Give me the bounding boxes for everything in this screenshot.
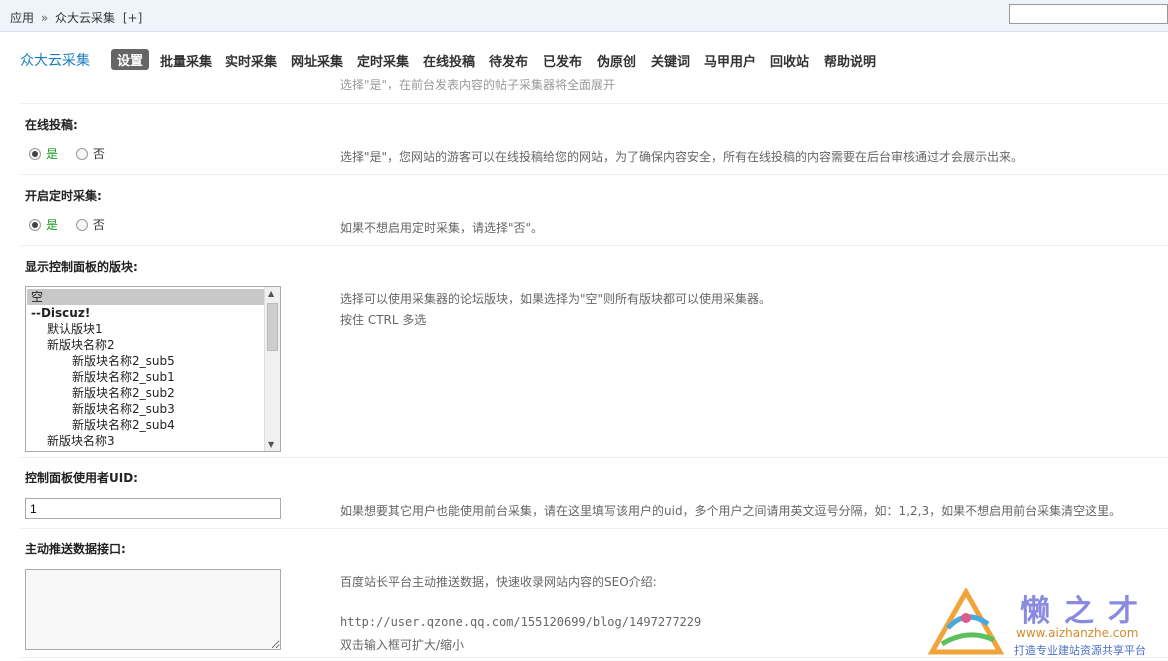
scroll-thumb[interactable] [267,303,278,351]
forum-option[interactable]: --Discuz! [27,305,265,321]
forum-option[interactable]: 新版块名称2 [27,337,265,353]
forum-option[interactable]: 空 [27,289,265,305]
section-divider [20,174,1168,175]
uid-input[interactable] [25,498,281,519]
breadcrumb-separator: » [40,11,49,25]
uid-tip: 如果想要其它用户也能使用前台采集，请在这里填写该用户的uid，多个用户之间请用英… [340,504,1122,518]
online-submit-label: 在线投稿: [25,118,78,132]
plugin-nav: 众大云采集 设置 批量采集 实时采集 网址采集 定时采集 在线投稿 待发布 已发… [0,46,1168,72]
forum-multiselect[interactable]: 空 --Discuz! 默认版块1 新版块名称2 新版块名称2_sub5 新版块名称2_s… [25,286,281,452]
forums-label: 显示控制面板的版块: [25,260,138,274]
forum-option[interactable]: 默认版块1 [27,321,265,337]
tab-pseudo-original[interactable]: 伪原创 [597,51,636,70]
add-shortcut-button[interactable]: [+] [123,11,142,25]
timed-collect-no-label[interactable]: 否 [93,218,105,232]
section-divider [20,103,1168,104]
push-api-textarea[interactable] [25,569,281,650]
online-submit-tip: 选择"是"，您网站的游客可以在线投稿给您的网站，为了确保内容安全，所有在线投稿的… [340,150,1024,164]
forum-options: 空 --Discuz! 默认版块1 新版块名称2 新版块名称2_sub5 新版块名称2_s… [27,289,265,449]
online-submit-yes-radio[interactable] [29,148,41,160]
online-submit-no-label[interactable]: 否 [93,147,105,161]
previous-tip-clip: 选择"是"，在前台发表内容的帖子采集器将全面展开 [340,74,615,90]
push-label: 主动推送数据接口: [25,542,126,556]
forum-option[interactable]: 新版块名称2_sub3 [27,401,265,417]
scroll-up-arrow-icon[interactable]: ▲ [268,289,274,298]
timed-collect-radio-group: 是 否 [29,216,105,233]
top-bar: 应用 » 众大云采集 [+] [0,0,1168,32]
push-seo-link[interactable]: http://user.qzone.qq.com/155120699/blog/… [340,615,701,629]
forum-option[interactable]: 新版块名称2_sub2 [27,385,265,401]
uid-label: 控制面板使用者UID: [25,471,138,485]
section-divider [20,245,1168,246]
plugin-brand[interactable]: 众大云采集 [20,50,90,70]
tab-url-collect[interactable]: 网址采集 [291,51,343,70]
forum-option[interactable]: 新版块名称2_sub1 [27,369,265,385]
timed-collect-no-radio[interactable] [75,219,88,231]
timed-collect-label: 开启定时采集: [25,189,102,203]
forum-option[interactable]: 新版块名称2_sub4 [27,417,265,433]
push-tip-dblclick: 双击输入框可扩大/缩小 [340,638,465,652]
tab-settings[interactable]: 设置 [111,49,150,70]
online-submit-no-radio[interactable] [75,148,88,160]
timed-collect-yes-radio[interactable] [29,219,41,231]
watermark-logo-icon [928,588,1004,655]
tab-online-submit[interactable]: 在线投稿 [423,51,475,70]
tab-pending-publish[interactable]: 待发布 [489,51,528,70]
timed-collect-yes-label[interactable]: 是 [46,218,58,232]
tab-help[interactable]: 帮助说明 [824,51,876,70]
watermark-url: www.aizhanzhe.com [1016,626,1139,640]
push-tip: 百度站长平台主动推送数据，快速收录网站内容的SEO介绍: [340,575,657,589]
watermark-slogan: 打造专业建站资源共享平台 [1014,644,1146,657]
tab-batch-collect[interactable]: 批量采集 [160,51,212,70]
section-divider [20,528,1168,529]
tab-keywords[interactable]: 关键词 [651,51,690,70]
breadcrumb-root[interactable]: 应用 [10,11,34,25]
tab-vest-users[interactable]: 马甲用户 [704,51,756,70]
timed-collect-tip: 如果不想启用定时采集，请选择"否"。 [340,221,544,235]
tab-published[interactable]: 已发布 [543,51,582,70]
tab-realtime-collect[interactable]: 实时采集 [225,51,277,70]
breadcrumb-current[interactable]: 众大云采集 [55,11,115,25]
previous-section-tip: 选择"是"，在前台发表内容的帖子采集器将全面展开 [340,78,616,90]
tab-timed-collect[interactable]: 定时采集 [357,51,409,70]
online-submit-yes-label[interactable]: 是 [46,147,58,161]
forum-scrollbar[interactable]: ▲ ▼ [264,287,280,451]
scroll-down-arrow-icon[interactable]: ▼ [268,440,274,449]
section-divider [20,457,1168,458]
forums-tip-multiselect: 按住 CTRL 多选 [340,313,427,327]
forum-option[interactable]: 新版块名称3 [27,433,265,449]
watermark-title: 懒之才 [1020,594,1152,629]
online-submit-radio-group: 是 否 [29,145,105,162]
tab-recycle-bin[interactable]: 回收站 [770,51,809,70]
breadcrumb: 应用 » 众大云采集 [+] [10,9,142,26]
site-watermark: 懒之才 www.aizhanzhe.com 打造专业建站资源共享平台 [928,584,1168,661]
forum-option[interactable]: 新版块名称2_sub5 [27,353,265,369]
forums-tip: 选择可以使用采集器的论坛版块，如果选择为"空"则所有版块都可以使用采集器。 [340,292,772,306]
top-search-input[interactable] [1009,4,1168,24]
